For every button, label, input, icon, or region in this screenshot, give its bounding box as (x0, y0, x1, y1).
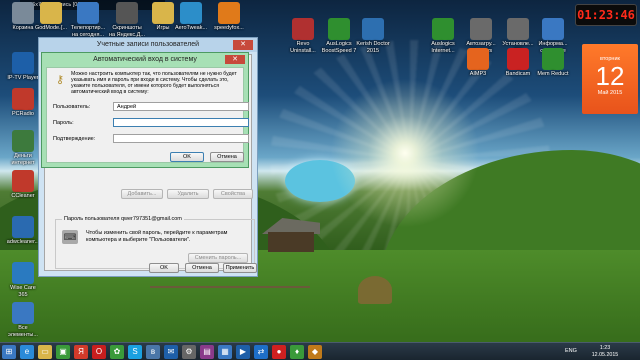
auslogics-boostspeed-icon (328, 18, 350, 40)
start-icon[interactable]: ⊞ (2, 345, 16, 359)
control-panel-icon[interactable]: ▦ (218, 345, 232, 359)
autologon-cancel-button[interactable]: Отмена (210, 152, 244, 162)
qip-icon[interactable]: ✿ (110, 345, 124, 359)
yandex-icon[interactable]: Я (74, 345, 88, 359)
desktop-icon-label: Все элементы... (8, 325, 38, 338)
calendar-month-year: Май 2015 (597, 90, 623, 96)
desktop-icon[interactable]: Kerish Doctor 2015 (350, 18, 396, 54)
installed-software-icon (507, 18, 529, 40)
accounts-cancel-button[interactable]: Отмена (185, 263, 219, 273)
accounts-apply-button[interactable]: Применить (223, 263, 257, 273)
change-password-button[interactable]: Сменить пароль... (188, 253, 248, 263)
user-accounts-close-button[interactable]: ✕ (233, 40, 253, 50)
control-panel-icon (12, 302, 34, 324)
clock-gadget[interactable]: 01:23:46 (575, 4, 637, 26)
taskbar-time: 1:23 (599, 345, 611, 351)
username-label: Пользователь: (53, 104, 91, 110)
properties-button[interactable]: Свойства (213, 189, 253, 199)
kerish-doctor-icon (362, 18, 384, 40)
mem-reduct-icon (542, 48, 564, 70)
remove-user-button[interactable]: Удалить (167, 189, 209, 199)
store-icon[interactable]: ▣ (56, 345, 70, 359)
calendar-gadget[interactable]: вторник 12 Май 2015 (582, 44, 638, 114)
revo-uninstaller-icon (292, 18, 314, 40)
opera-icon[interactable]: O (92, 345, 106, 359)
teamviewer-icon[interactable]: ⇄ (254, 345, 268, 359)
wallpaper-haystack (358, 276, 392, 304)
key-icon: ⌨ (62, 230, 78, 244)
confirm-label: Подтверждение: (53, 136, 96, 142)
winrar-icon[interactable]: ▤ (200, 345, 214, 359)
mail-icon[interactable]: ✉ (164, 345, 178, 359)
auslogics-internet-icon (432, 18, 454, 40)
confirm-password-field[interactable] (113, 134, 249, 143)
skype-icon[interactable]: S (128, 345, 142, 359)
wallpaper-hut (262, 218, 320, 252)
add-user-button[interactable]: Добавить... (121, 189, 163, 199)
aimp-icon (467, 48, 489, 70)
password-group-text: Чтобы изменить свой пароль, перейдите к … (86, 230, 228, 243)
ccleaner-icon (12, 170, 34, 192)
explorer-icon[interactable]: ▭ (38, 345, 52, 359)
taskbar: ⊞ e ▭ ▣ Я O ✿ Sв ✉ ⚙ ▤ ▦ ▶ ⇄ ● ♦ ◆ ENG 1:23 12.05.2015 (0, 342, 640, 360)
folder-icon (40, 2, 62, 24)
system-info-icon (542, 18, 564, 40)
adwcleaner-icon (12, 216, 34, 238)
desktop-icon[interactable]: Mem Reduct (530, 48, 576, 78)
autologon-ok-button[interactable]: OK (170, 152, 204, 162)
desktop-icon-label: Wise Care 365 (10, 285, 36, 298)
desktop-icon[interactable]: Все элементы... (0, 302, 46, 338)
clock-time: 01:23:46 (577, 8, 635, 22)
calendar-day: 12 (595, 61, 625, 91)
password-group: Пароль пользователя qwer797351@gmail.com… (55, 216, 255, 269)
iptv-player-icon (12, 52, 34, 74)
image-icon (77, 2, 99, 24)
password-label: Пароль: (53, 120, 74, 126)
camera-icon (116, 2, 138, 24)
autostart-icon (470, 18, 492, 40)
media-player-icon[interactable]: ▶ (236, 345, 250, 359)
language-indicator[interactable]: ENG (565, 348, 577, 354)
bandicam-icon (507, 48, 529, 70)
recorder-icon[interactable]: ● (272, 345, 286, 359)
autologon-title: Автоматический вход в систему (93, 56, 197, 63)
misc-app-icon[interactable]: ◆ (308, 345, 322, 359)
autologon-close-button[interactable]: ✕ (225, 55, 245, 64)
accounts-ok-button[interactable]: OK (149, 263, 179, 273)
aerotweak-icon (180, 2, 202, 24)
taskbar-date: 12.05.2015 (591, 352, 619, 358)
desktop-icon-label: Mem Reduct (537, 71, 569, 77)
password-group-legend: Пароль пользователя qwer797351@gmail.com (62, 216, 184, 222)
username-field[interactable]: Андрей (113, 102, 249, 111)
money-icon (12, 130, 34, 152)
vk-icon[interactable]: в (146, 345, 160, 359)
wallpaper-sun (330, 78, 480, 228)
settings-icon[interactable]: ⚙ (182, 345, 196, 359)
desktop-icon-label: Kerish Doctor 2015 (356, 41, 390, 54)
autologon-description: Можно настроить компьютер так, что польз… (71, 71, 237, 95)
keys-icon: ⚷ (55, 74, 65, 86)
speedyfox-icon (218, 2, 240, 24)
autologon-dialog: Автоматический вход в систему ✕ ⚷ Можно … (41, 52, 249, 168)
user-accounts-title: Учетные записи пользователей (39, 38, 257, 52)
desktop-icon-label: speedyfox... (214, 25, 244, 31)
pcradio-icon (12, 88, 34, 110)
games-icon[interactable]: ♦ (290, 345, 304, 359)
autologon-body: ⚷ Можно настроить компьютер так, что пол… (46, 67, 249, 163)
wise-care-icon (12, 262, 34, 284)
password-field[interactable] (113, 118, 249, 127)
desktop-icon[interactable]: speedyfox... (206, 2, 252, 32)
taskbar-clock[interactable]: 1:23 12.05.2015 (585, 345, 625, 359)
ie-icon[interactable]: e (20, 345, 34, 359)
wallpaper-fence (150, 278, 310, 288)
